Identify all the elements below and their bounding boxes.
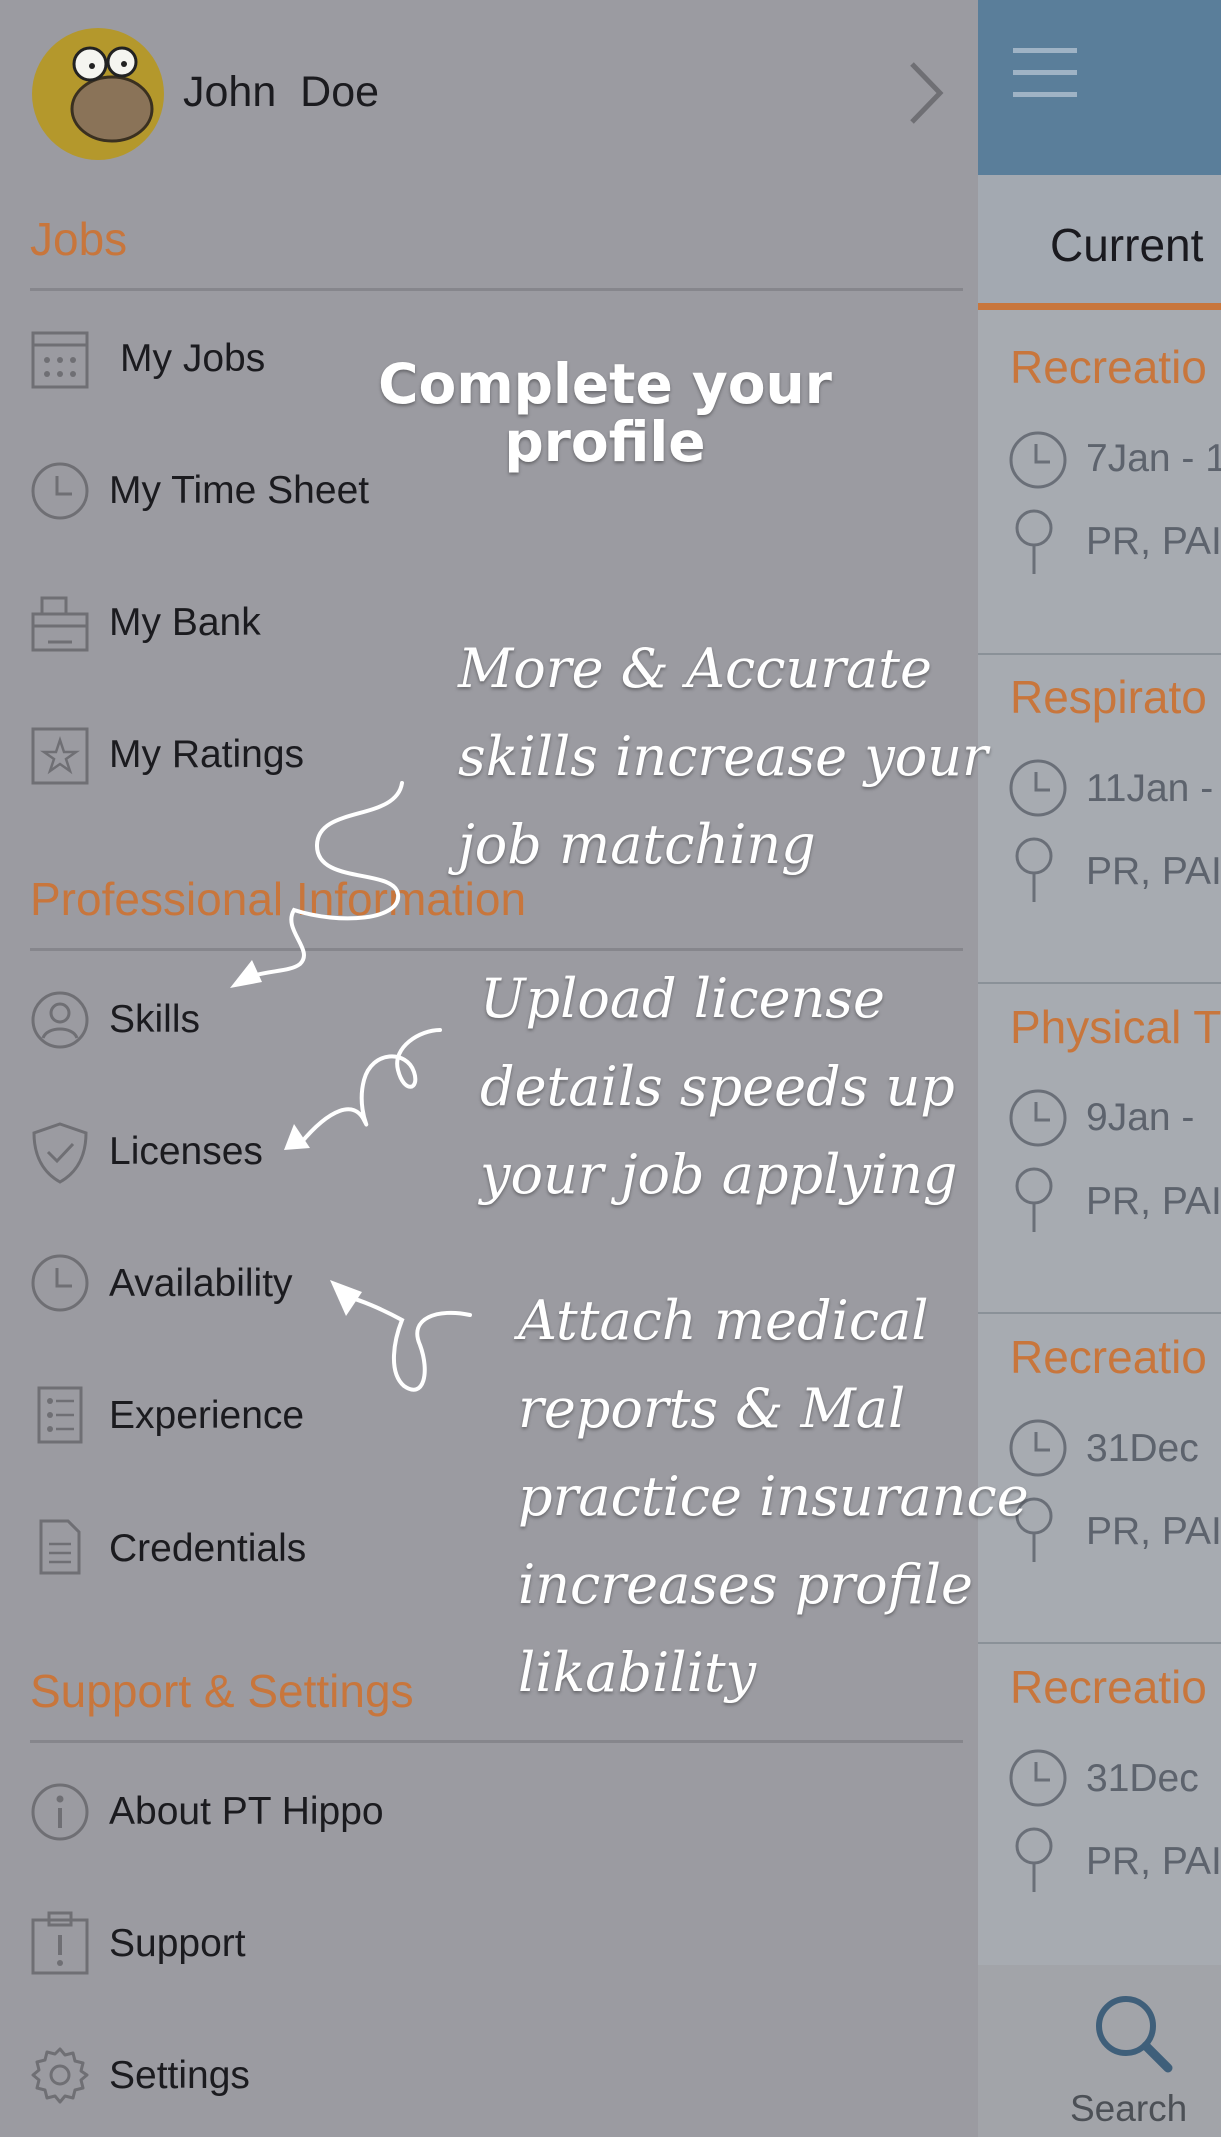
arrow-to-skills-icon xyxy=(230,781,472,1392)
